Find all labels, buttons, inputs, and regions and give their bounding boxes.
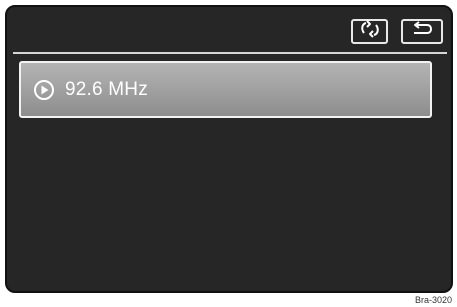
station-list: 92.6 MHz xyxy=(19,61,432,118)
figure-frame: 92.6 MHz Bra-3020 xyxy=(1,1,456,306)
figure-code: Bra-3020 xyxy=(412,295,454,305)
back-button[interactable] xyxy=(401,19,443,44)
back-icon xyxy=(410,21,434,42)
refresh-button[interactable] xyxy=(351,19,388,44)
refresh-icon xyxy=(359,20,381,43)
station-item-92-6-mhz[interactable]: 92.6 MHz xyxy=(19,61,432,118)
station-label: 92.6 MHz xyxy=(65,78,148,100)
top-bar xyxy=(7,7,451,52)
header-divider xyxy=(13,52,447,54)
play-icon xyxy=(33,79,55,101)
radio-screen: 92.6 MHz xyxy=(5,5,453,293)
